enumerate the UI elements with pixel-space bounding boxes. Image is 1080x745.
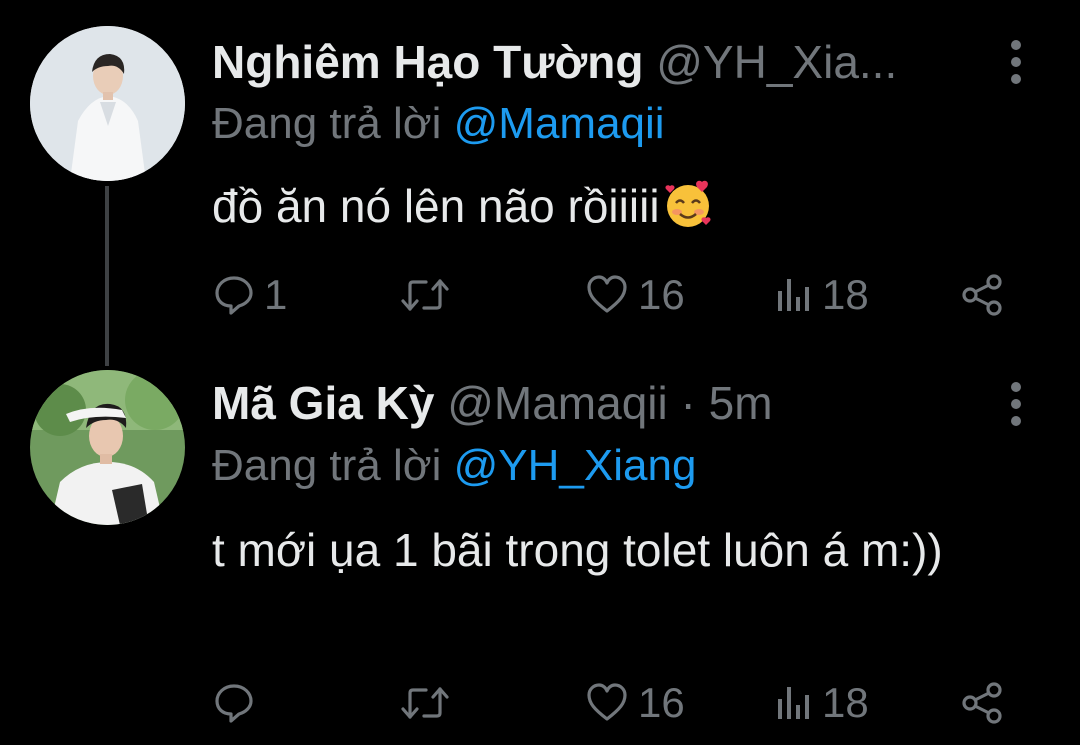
like-button[interactable]: 16 [584,270,685,320]
retweet-button[interactable] [400,678,458,728]
tweet-actions: 1 16 18 [212,270,1010,320]
more-icon[interactable] [1004,382,1028,426]
replying-prefix: Đang trả lời [212,99,442,148]
share-button[interactable] [960,270,1006,320]
separator-dot: · [680,377,696,429]
smiling-face-with-hearts-icon [665,180,711,227]
reply-button[interactable]: 1 [212,270,287,320]
reply-count: 1 [264,271,288,318]
like-icon [587,275,627,313]
views-button[interactable]: 18 [774,678,869,728]
view-count: 18 [822,271,869,318]
views-icon [778,687,809,719]
like-button[interactable]: 16 [584,678,685,728]
reply-icon [215,684,253,723]
tweet-header: Nghiêm Hạo Tường @YH_Xia... [212,34,970,90]
view-count: 18 [822,679,869,726]
handle[interactable]: @Mamaqii [447,377,668,429]
tweet-header: Mã Gia Kỳ @Mamaqii · 5m [212,375,970,431]
mention-link[interactable]: @Mamaqii [454,99,665,148]
mention-link[interactable]: @YH_Xiang [454,441,697,490]
tweet-actions: 16 18 [212,678,1010,728]
tweet[interactable]: Nghiêm Hạo Tường @YH_Xia... Đang trả lời… [0,0,1080,372]
like-count: 16 [638,271,685,318]
share-icon [962,682,1002,724]
thread-line [105,186,109,366]
tweet-text-content: t mới ụa 1 bãi trong tolet luôn á m:)) [212,524,943,576]
replying-to: Đang trả lời @Mamaqii [212,96,665,152]
more-icon[interactable] [1004,40,1028,84]
retweet-icon [401,687,449,719]
retweet-icon [401,279,449,311]
replying-prefix: Đang trả lời [212,441,442,490]
tweet-text: t mới ụa 1 bãi trong tolet luôn á m:)) [212,518,980,582]
avatar[interactable] [30,370,185,525]
share-button[interactable] [960,678,1006,728]
display-name[interactable]: Mã Gia Kỳ [212,377,434,429]
tweet[interactable]: Mã Gia Kỳ @Mamaqii · 5m Đang trả lời @YH… [0,370,1080,745]
reply-button[interactable] [212,678,264,728]
tweet-text-content: đồ ăn nó lên não rồiiiii [212,180,660,232]
retweet-button[interactable] [400,270,458,320]
tweet-text: đồ ăn nó lên não rồiiiii [212,174,980,238]
timestamp[interactable]: 5m [709,377,773,429]
handle[interactable]: @YH_Xia... [656,36,897,88]
share-icon [962,274,1002,316]
like-icon [587,683,627,721]
views-button[interactable]: 18 [774,270,869,320]
reply-icon [215,276,253,315]
like-count: 16 [638,679,685,726]
views-icon [778,279,809,311]
display-name[interactable]: Nghiêm Hạo Tường [212,36,643,88]
avatar[interactable] [30,26,185,181]
replying-to: Đang trả lời @YH_Xiang [212,438,696,494]
